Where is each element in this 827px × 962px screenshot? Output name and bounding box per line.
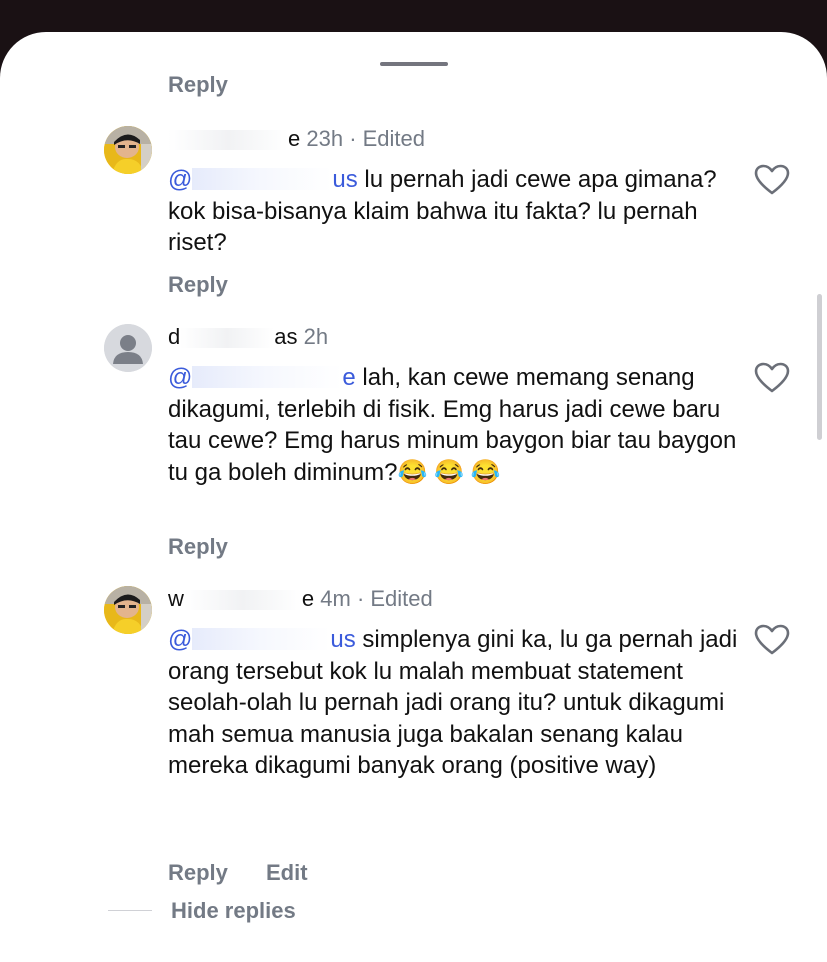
scrollbar[interactable] [817,294,822,440]
thread-divider [108,910,152,911]
default-avatar-icon [104,324,152,372]
reply-button-cut[interactable]: Reply [168,72,228,98]
mention-link[interactable]: @ us [168,166,358,193]
avatar-photo-icon [104,586,152,634]
comment-text: @ us simplenya gini ka, lu ga pernah jadi… [168,626,738,779]
mention-link[interactable]: @ e [168,364,356,391]
timestamp: 23h · Edited [306,126,426,151]
reply-button[interactable]: Reply [168,860,228,886]
username[interactable]: d [168,324,180,349]
timestamp: 2h [303,324,329,349]
like-heart-icon[interactable] [754,362,790,394]
user-avatar[interactable] [104,324,152,372]
comments-sheet: Reply e 23h · Edited @ us lu pernah jadi … [0,32,827,962]
username[interactable]: w [168,586,184,611]
reply-button[interactable]: Reply [168,534,228,560]
avatar-photo-icon [104,126,152,174]
comment-meta: e 23h · Edited [168,126,425,152]
user-avatar[interactable] [104,126,152,174]
timestamp: 4m · Edited [320,586,433,611]
hide-replies-button[interactable]: Hide replies [171,898,296,924]
like-heart-icon[interactable] [754,624,790,656]
comment-meta: d as 2h [168,324,329,349]
drag-handle[interactable] [380,62,448,66]
mention-link[interactable]: @ us [168,626,356,653]
laughing-emoji: 😂 😂 😂 [397,458,501,486]
comment-meta: we 4m · Edited [168,586,433,611]
like-heart-icon[interactable] [754,164,790,196]
edit-button[interactable]: Edit [266,860,308,886]
comment-text: @ e lah, kan cewe memang senang dikagumi,… [168,364,737,486]
reply-button[interactable]: Reply [168,272,228,298]
comment-text: @ us lu pernah jadi cewe apa gimana? kok … [168,166,717,256]
user-avatar[interactable] [104,586,152,634]
